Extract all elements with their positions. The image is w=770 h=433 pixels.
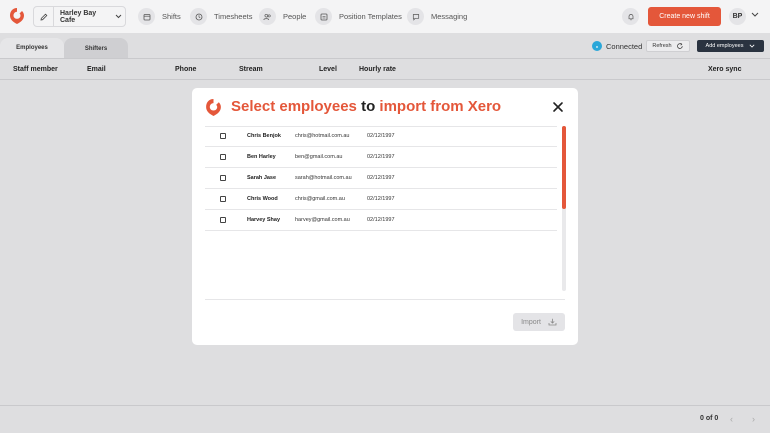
nav-label: Shifts [162, 12, 181, 21]
refresh-icon [676, 43, 683, 49]
chevron-right-icon[interactable]: › [752, 414, 755, 424]
download-icon [548, 318, 557, 326]
employee-name: Chris Wood [247, 196, 278, 202]
bell-icon [628, 13, 633, 20]
template-icon [315, 8, 332, 25]
nav-messaging[interactable]: Messaging [407, 8, 467, 25]
avatar[interactable]: BP [729, 8, 746, 25]
employee-name: Harvey Shay [247, 217, 281, 223]
list-item[interactable]: Harvey Shay harvey@gmail.com.au 02/12/19… [205, 210, 557, 231]
notifications-button[interactable] [622, 8, 639, 25]
people-icon [259, 8, 276, 25]
refresh-label: Refresh [652, 43, 672, 49]
app-logo [206, 99, 221, 116]
employee-date: 02/12/1997 [367, 196, 395, 202]
list-item[interactable]: Ben Harley ben@gmail.com.au 02/12/1997 [205, 147, 557, 168]
modal-title-part: Select employees [231, 98, 357, 115]
divider [0, 58, 770, 59]
modal-title-part: import from Xero [379, 98, 502, 115]
chevron-down-icon [749, 44, 755, 48]
close-icon[interactable] [552, 101, 564, 113]
employee-date: 02/12/1997 [367, 175, 395, 181]
clock-icon [190, 8, 207, 25]
message-icon [407, 8, 424, 25]
create-shift-button[interactable]: Create new shift [648, 7, 721, 26]
chevron-down-icon [111, 14, 125, 19]
top-nav-bar: Harley Bay Cafe Shifts Timesheets People… [0, 0, 770, 33]
pencil-icon [39, 13, 47, 21]
divider [0, 405, 770, 406]
nav-label: People [283, 12, 307, 21]
employee-name: Chris Benjok [247, 133, 281, 139]
tab-shifters[interactable]: Shifters [64, 38, 128, 59]
refresh-button[interactable]: Refresh [646, 40, 690, 52]
nav-label: Position Templates [339, 12, 402, 21]
row-checkbox[interactable] [220, 217, 226, 223]
location-selector[interactable]: Harley Bay Cafe [33, 6, 126, 27]
employee-email: ben@gmail.com.au [295, 154, 343, 160]
tab-bar: Employees Shifters [0, 38, 128, 59]
row-checkbox[interactable] [220, 196, 226, 202]
edit-location-button[interactable] [34, 7, 54, 26]
modal-title-part: to [356, 98, 380, 115]
employee-name: Sarah Jase [247, 175, 277, 181]
employee-email: harvey@gmail.com.au [295, 217, 350, 223]
chevron-down-icon[interactable] [751, 12, 759, 18]
employee-email: chris@hotmail.com.au [295, 133, 350, 139]
nav-timesheets[interactable]: Timesheets [190, 8, 253, 25]
modal-title: Select employees to import from Xero [231, 98, 501, 115]
employee-name: Ben Harley [247, 154, 276, 160]
column-header-email[interactable]: Email [87, 66, 106, 73]
employee-date: 02/12/1997 [367, 154, 395, 160]
app-logo[interactable] [9, 7, 25, 25]
list-item[interactable]: Sarah Jase sarah@hotmail.com.au 02/12/19… [205, 168, 557, 189]
list-item[interactable]: Chris Benjok chris@hotmail.com.au 02/12/… [205, 126, 557, 147]
calendar-icon [138, 8, 155, 25]
nav-position-templates[interactable]: Position Templates [315, 8, 402, 25]
employee-date: 02/12/1997 [367, 133, 395, 139]
column-header-stream[interactable]: Stream [239, 66, 263, 73]
nav-shifts[interactable]: Shifts [138, 8, 181, 25]
column-header-hourly-rate[interactable]: Hourly rate [359, 66, 396, 73]
column-header-xero-sync[interactable]: Xero sync [708, 66, 741, 73]
row-checkbox[interactable] [220, 133, 226, 139]
divider [0, 79, 770, 80]
pagination-summary: 0 of 0 [700, 415, 719, 422]
import-button[interactable]: Import [513, 313, 565, 331]
xero-connection-status: x Connected [592, 41, 642, 51]
xero-icon: x [592, 41, 602, 51]
nav-people[interactable]: People [259, 8, 306, 25]
nav-label: Messaging [431, 12, 468, 21]
list-item[interactable]: Chris Wood chris@gmail.com.au 02/12/1997 [205, 189, 557, 210]
scrollbar-thumb[interactable] [562, 126, 566, 209]
column-header-staff-member[interactable]: Staff member [13, 66, 58, 73]
column-header-phone[interactable]: Phone [175, 66, 196, 73]
column-header-level[interactable]: Level [319, 66, 337, 73]
connected-label: Connected [606, 41, 643, 51]
employee-email: sarah@hotmail.com.au [295, 175, 352, 181]
employee-email: chris@gmail.com.au [295, 196, 345, 202]
location-name: Harley Bay Cafe [60, 9, 97, 24]
tab-employees[interactable]: Employees [0, 38, 64, 59]
row-checkbox[interactable] [220, 154, 226, 160]
divider [205, 299, 565, 300]
import-employees-modal: Select employees to import from Xero Chr… [192, 88, 578, 345]
employee-date: 02/12/1997 [367, 217, 395, 223]
nav-label: Timesheets [214, 12, 253, 21]
import-label: Import [521, 318, 541, 326]
employee-list: Chris Benjok chris@hotmail.com.au 02/12/… [205, 126, 567, 299]
row-checkbox[interactable] [220, 175, 226, 181]
add-employees-button[interactable]: Add employees [697, 40, 764, 52]
chevron-left-icon[interactable]: ‹ [730, 414, 733, 424]
add-employees-label: Add employees [705, 43, 744, 49]
